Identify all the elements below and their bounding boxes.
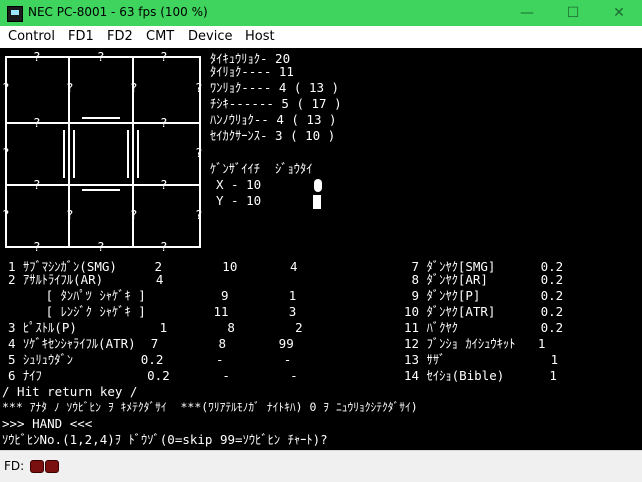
menu-device[interactable]: Device [188, 29, 232, 44]
map-marker: ? [97, 49, 105, 64]
menu-fd1[interactable]: FD1 [68, 29, 94, 44]
map-marker: ? [2, 80, 10, 95]
window-title: NEC PC-8001 - 63 fps (100 %) [28, 5, 208, 19]
stat-line: ﾁｼｷ------ 5 ( 17 ) [210, 96, 342, 111]
map-marker: ? [66, 80, 74, 95]
emulator-screen[interactable]: ? ? ? ? ? ? ? ? ? ? ? ? ? ? ? ? ? ? ? ? … [0, 48, 642, 450]
item-row: 12 ﾌﾞﾝｼｮ ｶｲｼｭｳｷｯﾄ 1 [404, 336, 546, 351]
map-marker: ? [66, 207, 74, 222]
map-marker: ? [33, 177, 41, 192]
weapon-row: 5 ｼｭﾘｭｳﾀﾞﾝ 0.2 - - [8, 352, 292, 367]
map-marker: ? [160, 115, 168, 130]
map-marker: ? [2, 207, 10, 222]
map-marker: ? [2, 145, 10, 160]
stat-line: ﾜﾝﾘｮｸ---- 4 ( 13 ) [210, 80, 340, 95]
item-row: 11 ﾊﾞｸﾔｸ 0.2 [404, 320, 564, 335]
map-marker: ? [195, 207, 203, 222]
title-bar: NEC PC-8001 - 63 fps (100 %) — ☐ ✕ [0, 0, 642, 26]
position-header: ｹﾞﾝｻﾞｲｲﾁ ｼﾞｮｳﾀｲ [210, 161, 313, 176]
map-marker: ? [160, 49, 168, 64]
position-x: X - 10 [216, 177, 262, 192]
menu-host[interactable]: Host [245, 29, 275, 44]
instruction-message: *** ｱﾅﾀ ﾉ ｿｳﾋﾞﾋﾝ ｦ ｷﾒﾃｸﾀﾞｻｲ ***(ﾜﾘｱﾃﾙﾓﾉｶ… [2, 400, 418, 414]
item-row: 14 ｾｲｼｮ(Bible) 1 [404, 368, 557, 383]
item-row: 8 ﾀﾞﾝﾔｸ[AR] 0.2 [404, 272, 564, 287]
hit-return-message: / Hit return key / [2, 384, 138, 399]
weapon-row: 2 ｱｻﾙﾄﾗｲﾌﾙ(AR) 4 [8, 272, 164, 287]
map-marker: ? [195, 145, 203, 160]
fd1-led-icon [30, 460, 44, 473]
map-marker: ? [33, 239, 41, 254]
maximize-button[interactable]: ☐ [550, 0, 596, 26]
stat-line: ﾀｲﾘｮｸ---- 11 [210, 64, 294, 79]
map-marker: ? [97, 239, 105, 254]
map-marker: ? [130, 207, 138, 222]
item-row: 9 ﾀﾞﾝﾔｸ[P] 0.2 [404, 288, 564, 303]
position-y: Y - 10 [216, 193, 262, 208]
weapon-row: 6 ﾅｲﾌ 0.2 - - [8, 368, 298, 383]
fd-status-label: FD: [4, 459, 25, 473]
map-marker: ? [130, 80, 138, 95]
close-button[interactable]: ✕ [596, 0, 642, 26]
item-row: 13 ｻｻﾞ 1 [404, 352, 559, 367]
app-icon [7, 6, 23, 22]
weapon-row: 3 ﾋﾟｽﾄﾙ(P) 1 8 2 [8, 320, 303, 335]
menu-fd2[interactable]: FD2 [107, 29, 133, 44]
map-marker: ? [160, 239, 168, 254]
weapon-row: [ ﾀﾝﾊﾟﾂ ｼｬｹﾞｷ ] 9 1 [8, 288, 297, 303]
item-row: 10 ﾀﾞﾝﾔｸ[ATR] 0.2 [404, 304, 564, 319]
map-marker: ? [33, 115, 41, 130]
minimize-button[interactable]: — [504, 0, 550, 26]
stat-line: ﾊﾝﾉｳﾘｮｸ-- 4 ( 13 ) [210, 112, 337, 127]
map-marker: ? [160, 177, 168, 192]
status-bar: FD: [0, 450, 642, 482]
weapon-row: 4 ｿｹﾞｷｾﾝｼｬﾗｲﾌﾙ(ATR) 7 8 99 [8, 336, 294, 351]
input-prompt[interactable]: ｿｳﾋﾞﾋﾝNo.(1,2,4)ｦ ﾄﾞｳｿﾞ(0=skip 99=ｿｳﾋﾞﾋﾝ… [2, 433, 328, 446]
map-marker: ? [195, 80, 203, 95]
condition-indicator [313, 195, 321, 209]
condition-indicator [314, 179, 322, 192]
stat-line: ｾｲｶｸｻｰﾝｽ- 3 ( 10 ) [210, 128, 336, 143]
fd2-led-icon [45, 460, 59, 473]
menu-cmt[interactable]: CMT [146, 29, 174, 44]
menu-bar: Control FD1 FD2 CMT Device Host [0, 26, 642, 48]
hand-heading: >>> HAND <<< [2, 416, 93, 431]
weapon-row: [ ﾚﾝｼﾞｸ ｼｬｹﾞｷ ] 11 3 [8, 304, 297, 319]
map-marker: ? [33, 49, 41, 64]
menu-control[interactable]: Control [8, 29, 55, 44]
